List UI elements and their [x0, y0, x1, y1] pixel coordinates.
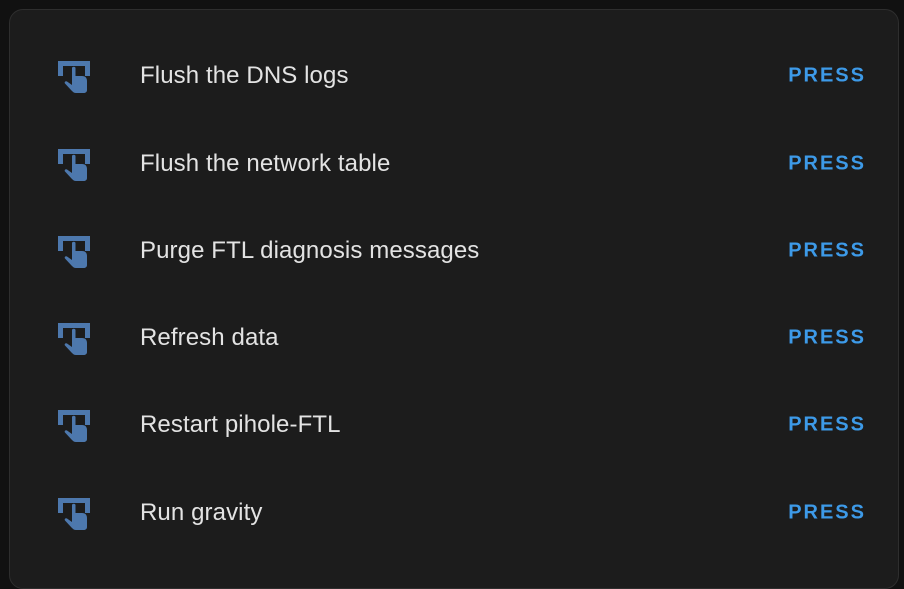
entity-row-flush-dns-logs: Flush the DNS logs PRESS	[10, 32, 900, 120]
entity-row-purge-ftl-diagnosis: Purge FTL diagnosis messages PRESS	[10, 207, 900, 295]
press-button[interactable]: PRESS	[778, 496, 876, 531]
entity-name: Flush the DNS logs	[140, 62, 349, 89]
press-button[interactable]: PRESS	[778, 321, 876, 356]
entity-name: Refresh data	[140, 324, 279, 351]
entity-row-refresh-data: Refresh data PRESS	[10, 294, 900, 382]
entity-name: Run gravity	[140, 499, 263, 526]
entity-row-run-gravity: Run gravity PRESS	[10, 469, 900, 557]
press-button[interactable]: PRESS	[778, 147, 876, 182]
entity-row-restart-pihole-ftl: Restart pihole-FTL PRESS	[10, 381, 900, 469]
gesture-tap-button-icon	[54, 318, 94, 358]
entity-name: Purge FTL diagnosis messages	[140, 237, 480, 264]
gesture-tap-button-icon	[54, 144, 94, 184]
press-button[interactable]: PRESS	[778, 234, 876, 269]
gesture-tap-button-icon	[54, 405, 94, 445]
entity-name: Restart pihole-FTL	[140, 411, 341, 438]
press-button[interactable]: PRESS	[778, 59, 876, 94]
entity-name: Flush the network table	[140, 150, 391, 177]
button-entities-card: Flush the DNS logs PRESS Flush the netwo…	[9, 9, 899, 589]
gesture-tap-button-icon	[54, 231, 94, 271]
press-button[interactable]: PRESS	[778, 408, 876, 443]
gesture-tap-button-icon	[54, 56, 94, 96]
entity-row-flush-network-table: Flush the network table PRESS	[10, 120, 900, 208]
gesture-tap-button-icon	[54, 493, 94, 533]
